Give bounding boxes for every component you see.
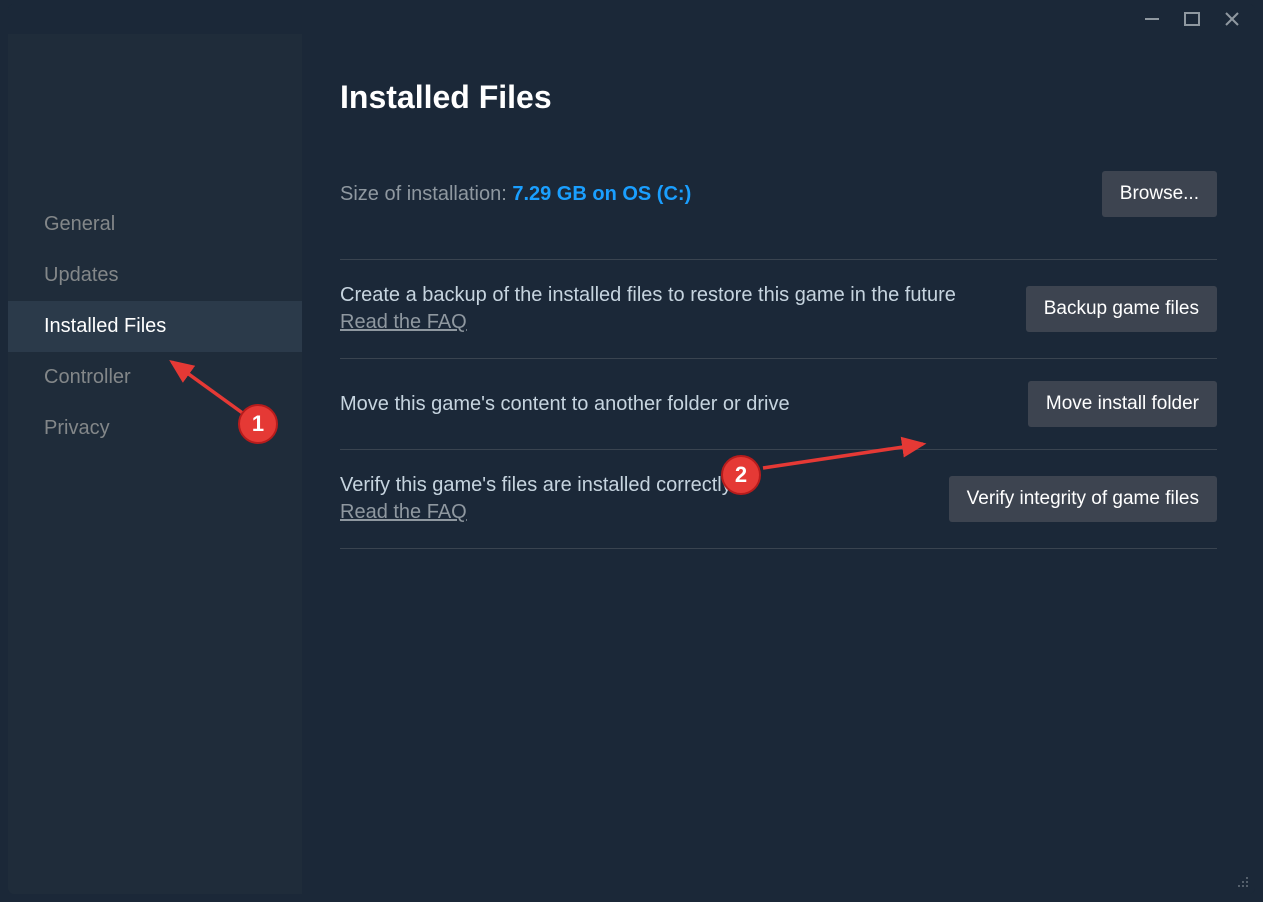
backup-faq-link[interactable]: Read the FAQ <box>340 309 467 336</box>
sidebar-item-updates[interactable]: Updates <box>8 250 302 301</box>
sidebar: General Updates Installed Files Controll… <box>8 34 302 894</box>
sidebar-item-installed-files[interactable]: Installed Files <box>8 301 302 352</box>
sidebar-item-privacy[interactable]: Privacy <box>8 403 302 454</box>
backup-button[interactable]: Backup game files <box>1026 286 1217 332</box>
minimize-button[interactable] <box>1137 7 1167 31</box>
titlebar <box>8 4 1255 34</box>
move-desc: Move this game's content to another fold… <box>340 391 790 418</box>
move-button[interactable]: Move install folder <box>1028 381 1217 427</box>
sidebar-item-label: Updates <box>44 264 119 286</box>
verify-faq-link[interactable]: Read the FAQ <box>340 499 467 526</box>
sidebar-item-label: General <box>44 213 115 235</box>
verify-desc: Verify this game's files are installed c… <box>340 474 732 496</box>
window-body: General Updates Installed Files Controll… <box>8 34 1255 894</box>
sidebar-item-controller[interactable]: Controller <box>8 352 302 403</box>
verify-row: Verify this game's files are installed c… <box>340 449 1217 549</box>
minimize-icon <box>1143 10 1161 28</box>
install-size-value: 7.29 GB on OS (C:) <box>512 183 691 205</box>
move-row: Move this game's content to another fold… <box>340 358 1217 449</box>
steam-properties-window: General Updates Installed Files Controll… <box>8 4 1255 894</box>
maximize-button[interactable] <box>1177 7 1207 31</box>
sidebar-item-general[interactable]: General <box>8 199 302 250</box>
resize-grip[interactable] <box>1235 874 1249 888</box>
backup-row: Create a backup of the installed files t… <box>340 259 1217 358</box>
backup-desc: Create a backup of the installed files t… <box>340 284 956 306</box>
browse-button[interactable]: Browse... <box>1102 171 1217 217</box>
backup-text: Create a backup of the installed files t… <box>340 282 956 336</box>
install-size-text: Size of installation: 7.29 GB on OS (C:) <box>340 183 691 206</box>
page-title: Installed Files <box>340 79 1217 116</box>
verify-button[interactable]: Verify integrity of game files <box>949 476 1217 522</box>
maximize-icon <box>1183 10 1201 28</box>
sidebar-item-label: Privacy <box>44 417 110 439</box>
install-size-row: Size of installation: 7.29 GB on OS (C:)… <box>340 171 1217 259</box>
sidebar-item-label: Installed Files <box>44 315 166 337</box>
sidebar-item-label: Controller <box>44 366 131 388</box>
close-button[interactable] <box>1217 7 1247 31</box>
close-icon <box>1223 10 1241 28</box>
install-size-label: Size of installation: <box>340 183 512 205</box>
verify-text: Verify this game's files are installed c… <box>340 472 732 526</box>
main-panel: Installed Files Size of installation: 7.… <box>302 34 1255 894</box>
